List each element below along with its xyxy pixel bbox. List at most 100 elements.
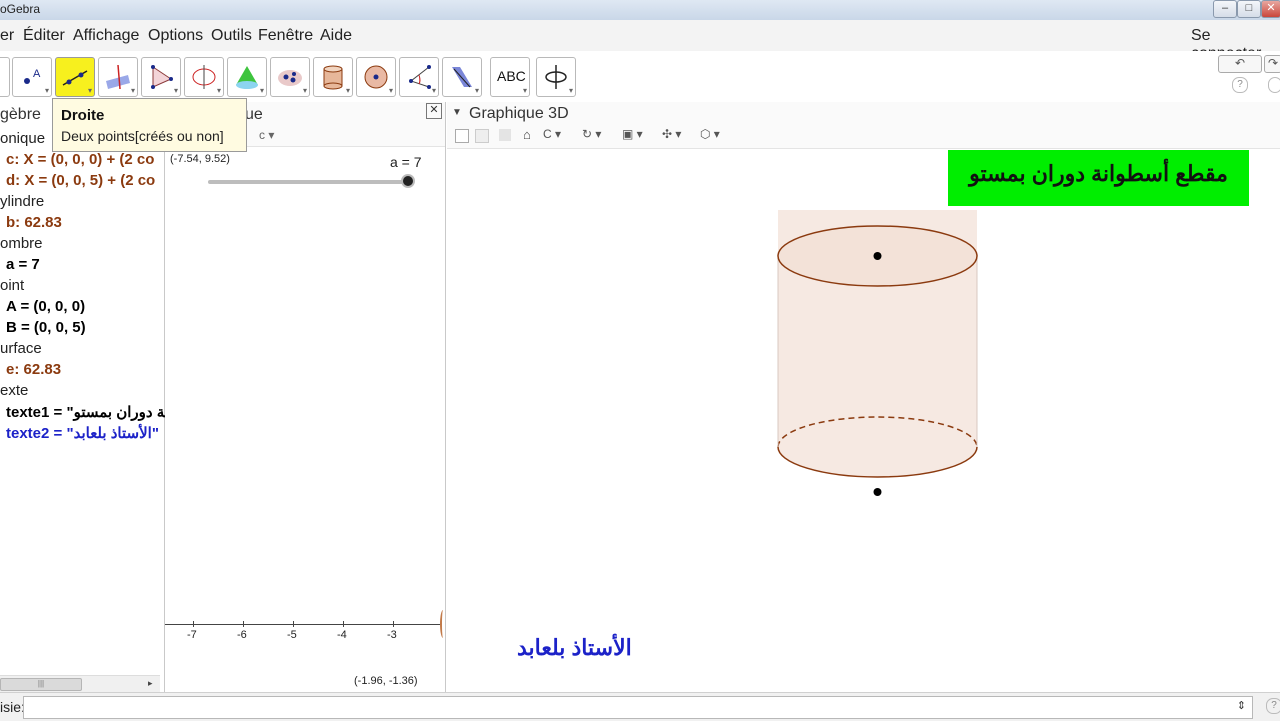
algebra-horizontal-scrollbar[interactable]: ||| ▸ <box>0 675 160 692</box>
menu-help[interactable]: Aide <box>320 27 352 45</box>
cylinder-tool-button[interactable]: ▾ <box>313 57 353 97</box>
line-icon <box>62 70 88 86</box>
maximize-button[interactable]: □ <box>1237 0 1261 18</box>
minimize-button[interactable]: – <box>1213 0 1237 18</box>
input-help-icon[interactable]: ? <box>1266 698 1280 714</box>
collapse-triangle-icon[interactable]: ▼ <box>452 107 462 118</box>
rotate-view-tool-button[interactable]: ▾ <box>536 57 576 97</box>
top-left-coordinates: (-7.54, 9.52) <box>170 153 230 165</box>
menu-edit[interactable]: Éditer <box>23 27 65 45</box>
point-icon: A <box>24 68 41 84</box>
svg-text:A: A <box>33 68 41 80</box>
input-bar: isie: ⇕ ? <box>0 692 1280 721</box>
graphics-3d-header: ▼ Graphique 3D <box>447 102 1280 124</box>
algebra-object[interactable]: b: 62.83 <box>6 214 62 231</box>
clipping-icon[interactable]: ▣ ▾ <box>622 127 643 141</box>
menu-tools[interactable]: Outils <box>211 27 252 45</box>
algebra-object[interactable]: e: 62.83 <box>6 361 61 378</box>
move-tool-button[interactable] <box>0 57 10 97</box>
menu-window[interactable]: Fenêtre <box>258 27 313 45</box>
toolbar: A ▾ ▾ ▾ ▾ ▾ ▾ ▾ ▾ ▾ ▾ ▾ ABC ▾ ▾ ↶ ↷ ? <box>0 51 1280 101</box>
menu-options[interactable]: Options <box>148 27 203 45</box>
perpendicular-tool-button[interactable]: ▾ <box>98 57 138 97</box>
author-text: الأستاذ بلعابد <box>517 635 632 660</box>
style-bar-dropdown-icon[interactable]: c ▾ <box>259 128 274 142</box>
polygon-icon <box>151 65 173 89</box>
title-bar: oGebra – □ ✕ <box>0 0 1280 20</box>
algebra-view-title: gèbre <box>0 106 41 123</box>
input-history-icon[interactable]: ⇕ <box>1237 699 1246 712</box>
bottom-right-coordinates: (-1.96, -1.36) <box>354 675 418 687</box>
close-panel-icon[interactable]: ✕ <box>426 103 442 119</box>
home-icon[interactable]: ⌂ <box>523 127 531 142</box>
redo-button[interactable]: ↷ <box>1264 55 1280 73</box>
slider-label: a = 7 <box>390 154 422 170</box>
polygon-tool-button[interactable]: ▾ <box>141 57 181 97</box>
sphere-tool-button[interactable]: ▾ <box>356 57 396 97</box>
circle-axis-icon <box>192 65 216 89</box>
close-window-button[interactable]: ✕ <box>1261 0 1280 18</box>
tooltip-title: Droite <box>61 107 105 124</box>
sphere-icon <box>364 65 388 89</box>
menu-bar: er Éditer Affichage Options Outils Fenêt… <box>0 20 1280 62</box>
bottom-ellipse-front <box>777 446 978 478</box>
input-field[interactable]: ⇕ <box>23 696 1253 719</box>
tool-tooltip: Droite Deux points[créés ou non] <box>52 98 247 152</box>
cylinder-drawing <box>777 210 978 496</box>
line-tool-button[interactable]: ▾ <box>55 57 95 97</box>
perpendicular-icon <box>106 64 130 90</box>
angle-icon <box>409 65 431 89</box>
scroll-right-arrow-icon[interactable]: ▸ <box>148 678 153 689</box>
graphics-view-title: ue <box>245 106 263 123</box>
graphics-3d-view: ▼ Graphique 3D ⌂ C ▾ ↻ ▾ ▣ ▾ ✣ ▾ ⬡ ▾ مقط… <box>447 102 1280 692</box>
toolbar-help-icon-2[interactable] <box>1268 77 1280 93</box>
cone-tool-button[interactable]: ▾ <box>227 57 267 97</box>
algebra-object[interactable]: texte1 = "نة دوران بمستو <box>6 403 169 421</box>
text-tool-button[interactable]: ABC ▾ <box>490 57 530 97</box>
scrollbar-thumb[interactable]: ||| <box>0 678 82 691</box>
plane-toggle-icon[interactable] <box>499 129 511 141</box>
cone-icon <box>236 66 258 89</box>
cylinder-icon <box>323 65 343 90</box>
rotate-view-icon[interactable]: ↻ ▾ <box>582 127 601 141</box>
point-tool-button[interactable]: A ▾ <box>12 57 52 97</box>
menu-file[interactable]: er <box>0 27 14 45</box>
graphics-3d-style-bar: ⌂ C ▾ ↻ ▾ ▣ ▾ ✣ ▾ ⬡ ▾ <box>447 124 1280 149</box>
angle-tool-button[interactable]: ▾ <box>399 57 439 97</box>
algebra-category: ylindre <box>0 193 45 210</box>
point-b <box>873 252 882 260</box>
intersect-icon <box>278 70 302 86</box>
input-bar-label: isie: <box>0 699 25 715</box>
algebra-category: onique <box>0 130 46 147</box>
graphics-view: ue ✕ c ▾ (-7.54, 9.52) a = 7 -7 -6 -5 -4… <box>165 102 446 692</box>
algebra-category: ombre <box>0 235 43 252</box>
text-tool-label: ABC <box>497 68 526 84</box>
algebra-object[interactable]: d: X = (0, 0, 5) + (2 co <box>6 172 155 189</box>
circle-tool-button[interactable]: ▾ <box>184 57 224 97</box>
grid-toggle-icon[interactable] <box>475 129 489 143</box>
reflect-tool-button[interactable]: ▾ <box>442 57 482 97</box>
algebra-object[interactable]: texte2 = "الأستاذ بلعابد" <box>6 424 159 442</box>
algebra-category: exte <box>0 382 29 399</box>
algebra-view: gèbre onique c: X = (0, 0, 0) + (2 co d: X… <box>0 102 169 692</box>
point-capture-icon[interactable]: C ▾ <box>543 127 561 141</box>
intersect-tool-button[interactable]: ▾ <box>270 57 310 97</box>
algebra-object[interactable]: A = (0, 0, 0) <box>6 298 85 315</box>
algebra-object[interactable]: c: X = (0, 0, 0) + (2 co <box>6 151 154 168</box>
rotate-icon <box>545 65 567 89</box>
undo-button[interactable]: ↶ <box>1218 55 1262 73</box>
slider-handle[interactable] <box>401 174 415 188</box>
projection-icon[interactable]: ⬡ ▾ <box>700 127 720 141</box>
view-direction-icon[interactable]: ✣ ▾ <box>662 127 681 141</box>
graphics-3d-title: Graphique 3D <box>469 105 569 122</box>
algebra-object[interactable]: B = (0, 0, 5) <box>6 319 86 336</box>
axes-toggle-icon[interactable] <box>455 129 469 143</box>
x-axis <box>165 624 441 625</box>
toolbar-help-icon[interactable]: ? <box>1232 77 1248 93</box>
reflect-icon <box>452 67 472 88</box>
slider-track[interactable] <box>208 180 408 184</box>
window-title: oGebra <box>0 2 41 16</box>
algebra-object[interactable]: a = 7 <box>6 256 40 273</box>
menu-view[interactable]: Affichage <box>73 27 139 45</box>
curve-fragment <box>440 610 446 638</box>
